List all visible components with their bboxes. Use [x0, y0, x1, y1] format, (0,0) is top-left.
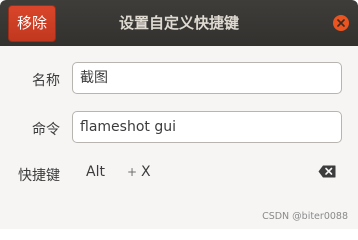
shortcut-label: 快捷键 [18, 168, 60, 184]
title-bar: 移除 设置自定义快捷键 [0, 0, 358, 46]
watermark: CSDN @biter0088 [262, 211, 348, 222]
shortcut-plus: + [127, 165, 138, 179]
backspace-icon[interactable] [318, 165, 336, 178]
shortcut-dialog: 移除 设置自定义快捷键 名称 截图 命令 flameshot gui 快捷键 A… [0, 0, 358, 229]
close-icon [337, 19, 345, 27]
name-label: 名称 [32, 73, 60, 89]
command-label: 命令 [32, 122, 60, 138]
command-field[interactable]: flameshot gui [72, 111, 342, 143]
name-field[interactable]: 截图 [72, 62, 342, 94]
close-button[interactable] [333, 15, 349, 31]
shortcut-key[interactable]: X [141, 164, 151, 180]
shortcut-modifier[interactable]: Alt [86, 164, 105, 180]
remove-button[interactable]: 移除 [8, 5, 56, 42]
